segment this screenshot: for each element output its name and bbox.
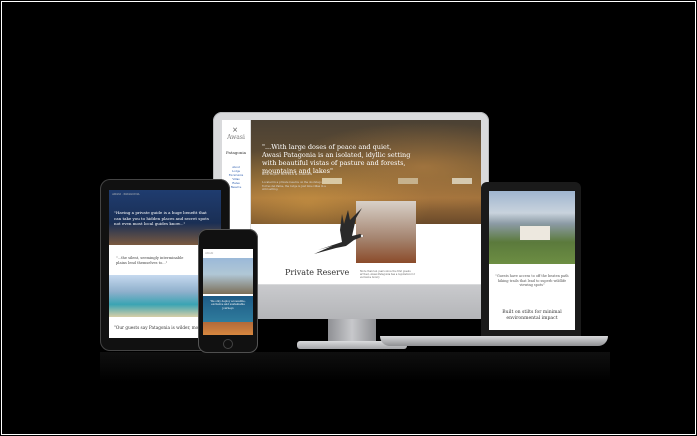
lodge-building: [520, 226, 550, 240]
hero-source: BOUTIQUE HOTELS & LODGES: [262, 172, 312, 176]
phone-header: AWASI: [205, 252, 214, 255]
phone-hero-image: [203, 258, 253, 294]
tablet-quote-1: "Having a private guide is a huge benefi…: [114, 210, 209, 226]
home-button[interactable]: [223, 339, 233, 349]
imac-stand: [328, 319, 376, 343]
hero-thumbnail[interactable]: [452, 178, 472, 184]
laptop-base: [380, 336, 608, 346]
sidebar-title: Patagonia: [225, 150, 247, 155]
phone-caption: We only deploy accessible, exclusive and…: [210, 300, 246, 310]
hero-quote: "...With large doses of peace and quiet,…: [262, 143, 411, 175]
laptop-heading: Built on stilts for minimal environmenta…: [502, 310, 562, 321]
tablet-quote-2: "...the silent, seemingly interminable p…: [116, 256, 184, 265]
close-icon[interactable]: ×: [230, 126, 240, 134]
phone-bottom-image: [203, 322, 253, 335]
hero-thumbnail[interactable]: [322, 178, 342, 184]
section-body: More than ten years since the first gues…: [360, 270, 415, 280]
section-title: Private Reserve: [285, 268, 350, 277]
condor-icon: [314, 208, 364, 254]
tablet-header: AWASI · PATAGONIA: [112, 193, 140, 196]
hero-thumbnail[interactable]: [398, 178, 418, 184]
laptop-quote: "Guests have access to off the beaten pa…: [495, 274, 569, 288]
sidebar-logo: Awasi: [227, 134, 245, 141]
floor-reflection: [100, 352, 610, 382]
